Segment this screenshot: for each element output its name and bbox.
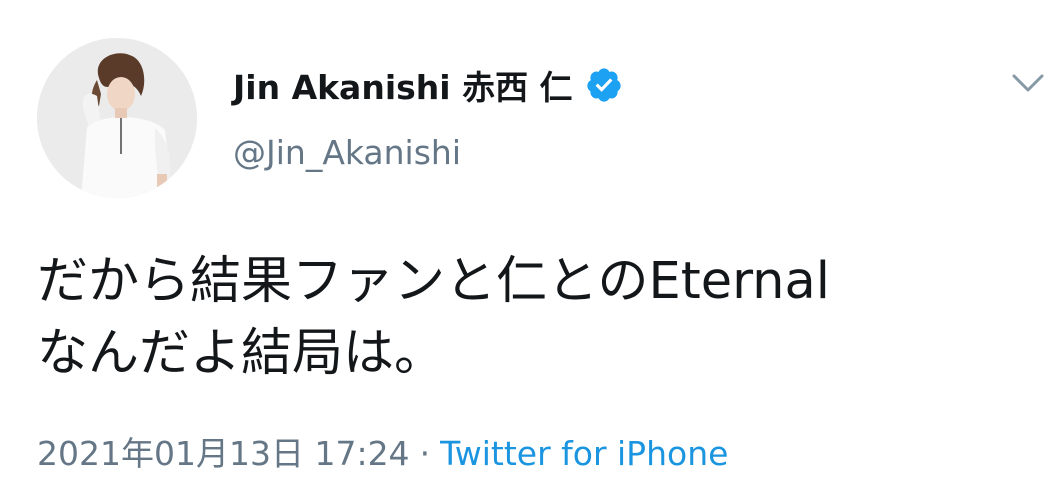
tweet-card: Jin Akanishi 赤西 仁 @Jin_Akanishi だから結果ファン… (0, 0, 1050, 494)
source-link[interactable]: Twitter for iPhone (440, 434, 728, 473)
avatar[interactable] (37, 38, 197, 198)
display-name[interactable]: Jin Akanishi 赤西 仁 (233, 61, 573, 109)
author-handle[interactable]: @Jin_Akanishi (233, 133, 461, 172)
chevron-down-icon[interactable] (1010, 68, 1046, 98)
author-name-row[interactable]: Jin Akanishi 赤西 仁 (233, 60, 623, 110)
tweet-text: だから結果ファンと仁とのEternal なんだよ結局は。 (37, 246, 1042, 390)
timestamp[interactable]: 2021年01月13日 17:24 (37, 434, 410, 473)
avatar-image (37, 38, 197, 198)
meta-separator: · (419, 434, 431, 473)
verified-badge-icon (585, 66, 623, 104)
tweet-text-line: だから結果ファンと仁とのEternal (37, 252, 830, 311)
tweet-text-line: なんだよ結局は。 (37, 324, 446, 383)
tweet-meta: 2021年01月13日 17:24 · Twitter for iPhone (37, 427, 728, 475)
